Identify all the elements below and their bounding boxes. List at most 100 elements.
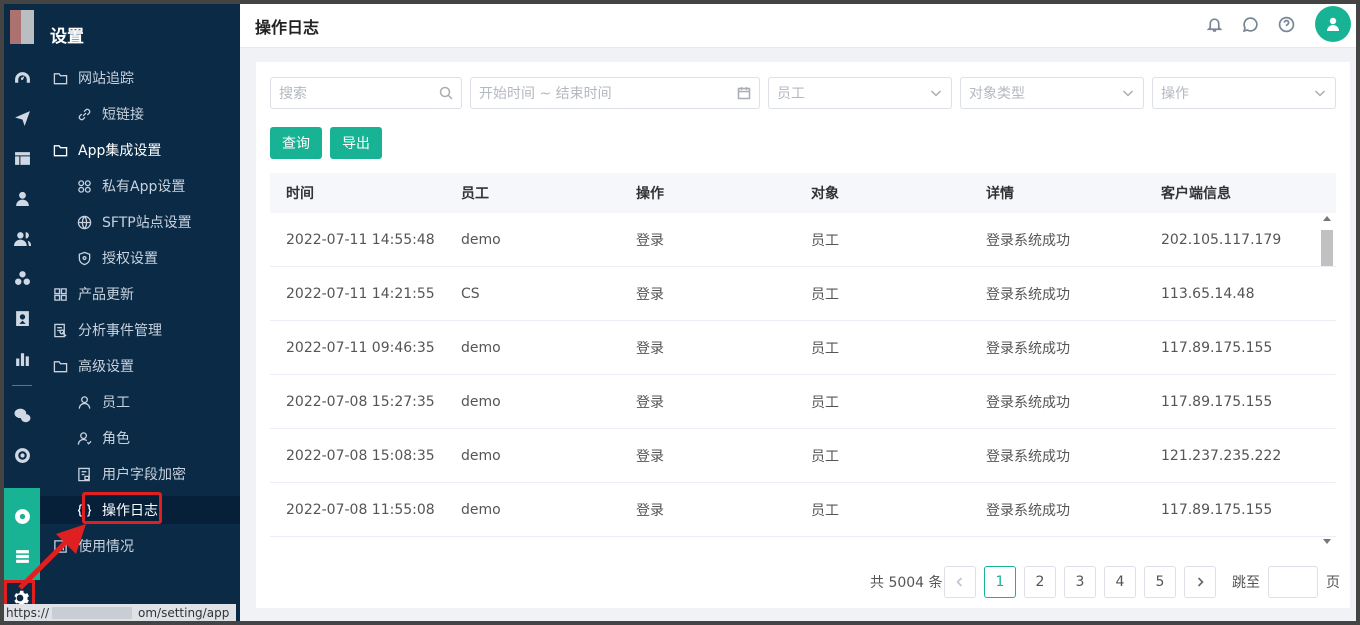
query-button[interactable]: 查询	[270, 127, 322, 159]
cell-operation: 登录	[636, 232, 664, 249]
menu-item-short-link[interactable]: 短链接	[40, 100, 240, 128]
operation-select[interactable]: 操作	[1152, 77, 1336, 109]
page-button-3[interactable]: 3	[1064, 566, 1096, 598]
dashboard-icon[interactable]	[4, 60, 40, 96]
chevron-right-icon	[1197, 577, 1204, 587]
menu-item-field-encryption[interactable]: 用户字段加密	[40, 460, 240, 488]
menu-item-app-integration[interactable]: App集成设置	[40, 136, 240, 164]
column-header-operation[interactable]: 操作	[620, 183, 795, 203]
status-url: om/setting/app	[138, 605, 230, 620]
menu-item-label: 分析事件管理	[78, 323, 162, 339]
employee-select[interactable]: 员工	[768, 77, 952, 109]
menu-item-label: 员工	[102, 395, 130, 411]
cell-details: 登录系统成功	[986, 286, 1070, 303]
date-range-picker[interactable]: 开始时间 ~ 结束时间	[470, 77, 760, 109]
wechat-icon[interactable]	[4, 397, 40, 433]
cell-operation: 登录	[636, 340, 664, 357]
object-type-select[interactable]: 对象类型	[960, 77, 1144, 109]
cell-object: 员工	[811, 340, 839, 357]
cell-object: 员工	[811, 394, 839, 411]
rail-divider	[12, 385, 32, 386]
cell-operation: 登录	[636, 448, 664, 465]
scroll-thumb[interactable]	[1321, 230, 1333, 266]
jump-page-input[interactable]	[1268, 566, 1318, 598]
cell-object: 员工	[811, 286, 839, 303]
app-window: 设置 网站追踪 短链接 App集成设置 私有App设置 SFTP站点设置 授权设…	[4, 4, 1356, 621]
role-icon	[76, 430, 92, 446]
status-url-head: https://	[6, 605, 50, 620]
column-header-details[interactable]: 详情	[970, 183, 1145, 203]
target-icon[interactable]	[4, 437, 40, 473]
cell-details: 登录系统成功	[986, 232, 1070, 249]
cell-employee: demo	[461, 447, 501, 464]
encrypt-icon	[76, 466, 92, 482]
highlight-box	[82, 492, 162, 524]
scroll-up-icon[interactable]	[1323, 216, 1331, 221]
column-header-client-info[interactable]: 客户端信息	[1145, 183, 1320, 203]
cell-client-info: 117.89.175.155	[1161, 501, 1273, 518]
menu-item-sftp[interactable]: SFTP站点设置	[40, 208, 240, 236]
prev-page-button[interactable]	[944, 566, 976, 598]
browser-status-bar: https:// om/setting/app	[4, 604, 236, 621]
badge-icon[interactable]	[4, 300, 40, 336]
column-header-time[interactable]: 时间	[270, 183, 445, 203]
column-header-employee[interactable]: 员工	[445, 183, 620, 203]
operation-placeholder: 操作	[1161, 86, 1189, 102]
page-button-1[interactable]: 1	[984, 566, 1016, 598]
users-icon[interactable]	[4, 220, 40, 256]
cell-object: 员工	[811, 448, 839, 465]
date-placeholder: 开始时间 ~ 结束时间	[479, 86, 612, 102]
table-row[interactable]: 2022-07-11 14:21:55 CS 登录 员工 登录系统成功 113.65.14…	[270, 267, 1336, 321]
logo	[10, 10, 34, 44]
table-scrollbar[interactable]	[1320, 212, 1334, 548]
blurred-url	[52, 606, 132, 619]
menu-item-roles[interactable]: 角色	[40, 424, 240, 452]
menu-item-employees[interactable]: 员工	[40, 388, 240, 416]
page-button-4[interactable]: 4	[1104, 566, 1136, 598]
cell-object: 员工	[811, 232, 839, 249]
menu-item-label: SFTP站点设置	[102, 215, 192, 231]
table-row[interactable]: 2022-07-11 09:46:35 demo 登录 员工 登录系统成功 117.89.…	[270, 321, 1336, 375]
table-header: 时间 员工 操作 对象 详情 客户端信息	[270, 173, 1336, 213]
menu-item-advanced-settings[interactable]: 高级设置	[40, 352, 240, 380]
table-row[interactable]: 2022-07-08 15:08:35 demo 登录 员工 登录系统成功 121.237…	[270, 429, 1336, 483]
scroll-down-icon[interactable]	[1323, 539, 1331, 544]
cell-employee: demo	[461, 231, 501, 248]
cell-details: 登录系统成功	[986, 502, 1070, 519]
user-icon[interactable]	[4, 180, 40, 216]
help-icon[interactable]	[1276, 14, 1296, 34]
shield-icon	[76, 250, 92, 266]
avatar[interactable]	[1315, 6, 1351, 42]
next-page-button[interactable]	[1184, 566, 1216, 598]
layout-icon[interactable]	[4, 140, 40, 176]
table-row[interactable]: 2022-07-11 14:55:48 demo 登录 员工 登录系统成功 202.105…	[270, 213, 1336, 267]
menu-item-authorization[interactable]: 授权设置	[40, 244, 240, 272]
column-header-object[interactable]: 对象	[795, 183, 970, 203]
cell-client-info: 117.89.175.155	[1161, 339, 1273, 356]
search-input[interactable]: 搜索	[270, 77, 462, 109]
link-icon	[76, 106, 92, 122]
search-icon	[439, 86, 453, 100]
bell-icon[interactable]	[1204, 14, 1224, 34]
chevron-down-icon	[1313, 86, 1327, 100]
menu-item-label: 产品更新	[78, 287, 134, 303]
table-row[interactable]: 2022-07-08 15:27:35 demo 登录 员工 登录系统成功 117.89.…	[270, 375, 1336, 429]
export-button[interactable]: 导出	[330, 127, 382, 159]
menu-item-website-tracking[interactable]: 网站追踪	[40, 64, 240, 92]
total-count: 共 5004 条	[870, 575, 943, 591]
message-icon[interactable]	[1240, 14, 1260, 34]
top-header: 操作日志	[240, 4, 1356, 48]
menu-item-private-app[interactable]: 私有App设置	[40, 172, 240, 200]
send-icon[interactable]	[4, 100, 40, 136]
page-button-5[interactable]: 5	[1144, 566, 1176, 598]
page-button-2[interactable]: 2	[1024, 566, 1056, 598]
segments-icon[interactable]	[4, 260, 40, 296]
chevron-left-icon	[956, 577, 963, 587]
cell-time: 2022-07-11 09:46:35	[286, 339, 435, 356]
cell-object: 员工	[811, 502, 839, 519]
menu-item-product-updates[interactable]: 产品更新	[40, 280, 240, 308]
table-body: 2022-07-11 14:55:48 demo 登录 员工 登录系统成功 202.105…	[270, 213, 1336, 537]
bar-chart-icon[interactable]	[4, 340, 40, 376]
table-row[interactable]: 2022-07-08 11:55:08 demo 登录 员工 登录系统成功 117.89.…	[270, 483, 1336, 537]
menu-item-event-management[interactable]: 分析事件管理	[40, 316, 240, 344]
